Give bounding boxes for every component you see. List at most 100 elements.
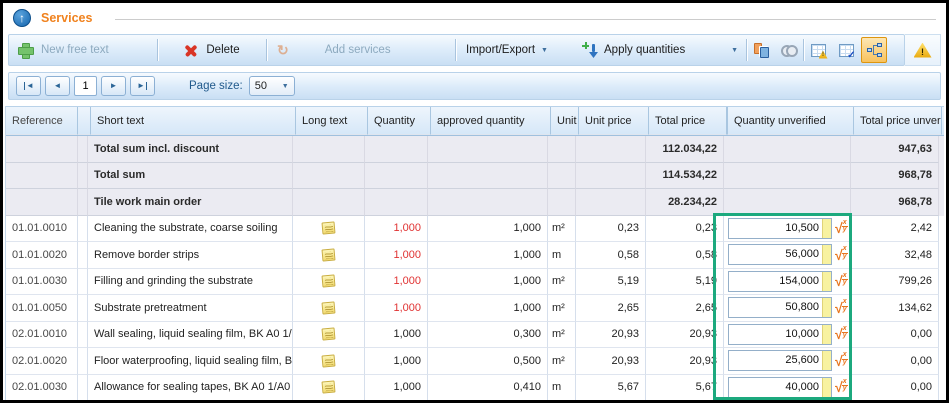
quantity-unverified-input[interactable]: 50,800 [728, 297, 832, 318]
approved-quantity-cell: 1,000 [428, 269, 548, 296]
header-short-text[interactable]: Short text [91, 107, 296, 135]
long-text-cell[interactable] [293, 375, 365, 402]
formula-icon[interactable]: √ x y [835, 274, 848, 288]
header-unit-price[interactable]: Unit price [579, 107, 649, 135]
long-text-cell[interactable] [293, 269, 365, 296]
delete-button[interactable]: Delete [158, 36, 266, 64]
modified-indicator [822, 351, 831, 370]
quantity-unverified-input[interactable]: 10,000 [728, 324, 832, 345]
header-approved-quantity[interactable]: approved quantity [431, 107, 551, 135]
delete-label: Delete [206, 44, 239, 56]
quantity-unverified-input[interactable]: 40,000 [728, 377, 832, 398]
import-export-button[interactable]: Import/Export ▼ [456, 36, 574, 64]
services-grid: Reference Short text Long text Quantity … [5, 106, 944, 401]
apply-quantities-button[interactable]: Apply quantities ▼ [574, 36, 746, 64]
header-unit[interactable]: Unit [551, 107, 579, 135]
table-row: 02.01.0020 Floor waterproofing, liquid s… [6, 348, 944, 375]
long-text-cell[interactable] [293, 216, 365, 243]
show-unverified-button[interactable]: ! [805, 37, 831, 63]
chevron-down-icon: ▼ [731, 47, 738, 54]
long-text-cell[interactable] [293, 242, 365, 269]
note-icon[interactable] [322, 354, 336, 367]
formula-icon[interactable]: √ x y [835, 327, 848, 341]
quantity-unverified-cell: 40,000 √ x y [724, 375, 851, 402]
quantity-unverified-cell: 50,800 √ x y [724, 295, 851, 322]
quantity-unverified-input[interactable]: 10,500 [728, 218, 832, 239]
formula-icon[interactable]: √ x y [835, 248, 848, 262]
quantity-cell: 1,000 [365, 348, 428, 375]
header-long-text[interactable]: Long text [296, 107, 368, 135]
table-row: 02.01.0010 Wall sealing, liquid sealing … [6, 322, 944, 349]
unit-price-cell: 20,93 [576, 348, 646, 375]
modified-indicator [822, 378, 831, 397]
quantity-unverified-cell: 56,000 √ x y [724, 242, 851, 269]
binoculars-icon [781, 45, 798, 55]
services-panel: ↑ Services New free text Delete ↻ Add se… [0, 0, 949, 403]
header-quantity-unverified[interactable]: Quantity unverified [727, 107, 854, 135]
collapse-up-icon[interactable]: ↑ [13, 9, 31, 27]
copy-structure-button[interactable] [748, 37, 774, 63]
note-icon[interactable] [322, 301, 336, 314]
table-check-icon: ✓ [839, 44, 854, 57]
note-icon[interactable] [322, 381, 336, 394]
header-total-price[interactable]: Total price [649, 107, 727, 135]
short-text-cell: Cleaning the substrate, coarse soiling [88, 216, 293, 243]
long-text-cell[interactable] [293, 348, 365, 375]
table-row: 01.01.0010 Cleaning the substrate, coars… [6, 216, 944, 243]
toolbar-separator [746, 39, 747, 61]
total-price-cell: 20,93 [646, 322, 724, 349]
reference-cell: 02.01.0030 [6, 375, 78, 402]
quantity-unverified-input[interactable]: 154,000 [728, 271, 832, 292]
header-total-price-unverified[interactable]: Total price unverified [854, 107, 942, 135]
note-icon[interactable] [322, 222, 336, 235]
total-price-cell: 0,58 [646, 242, 724, 269]
formula-icon[interactable]: √ x y [835, 354, 848, 368]
approved-quantity-cell: 0,300 [428, 322, 548, 349]
previous-page-button[interactable]: ◄ [45, 76, 70, 96]
total-price-cell: 5,67 [646, 375, 724, 402]
page-size-select[interactable]: 50 ▼ [249, 76, 295, 96]
next-page-button[interactable]: ► [101, 76, 126, 96]
unit-cell: m² [548, 269, 576, 296]
reference-cell: 02.01.0010 [6, 322, 78, 349]
header-reference[interactable]: Reference [6, 107, 78, 135]
title-bar: ↑ Services [3, 3, 946, 33]
first-page-button[interactable]: ◄ [16, 76, 41, 96]
quantity-unverified-input[interactable]: 56,000 [728, 244, 832, 265]
formula-icon[interactable]: √ x y [835, 221, 848, 235]
search-button[interactable] [776, 37, 802, 63]
previous-page-icon: ◄ [54, 82, 62, 90]
long-text-cell[interactable] [293, 322, 365, 349]
show-verified-button[interactable]: ✓ [833, 37, 859, 63]
quantity-unverified-input[interactable]: 25,600 [728, 350, 832, 371]
quantity-cell: 1,000 [365, 375, 428, 402]
add-services-label: Add services [325, 44, 391, 56]
reference-cell: 01.01.0010 [6, 216, 78, 243]
formula-icon[interactable]: √ x y [835, 380, 848, 394]
approved-quantity-cell: 0,410 [428, 375, 548, 402]
add-services-button[interactable]: ↻ Add services [267, 36, 455, 64]
total-price-unverified-cell: 0,00 [851, 375, 939, 402]
copy-icon [754, 43, 769, 58]
last-page-button[interactable]: ► [130, 76, 155, 96]
note-icon[interactable] [322, 328, 336, 341]
quantity-unverified-cell: 154,000 √ x y [724, 269, 851, 296]
last-page-icon: ► [137, 82, 145, 90]
note-icon[interactable] [322, 275, 336, 288]
header-quantity[interactable]: Quantity [368, 107, 431, 135]
quantity-unverified-cell: 10,000 √ x y [724, 322, 851, 349]
long-text-cell[interactable] [293, 295, 365, 322]
total-price-unverified-cell: 0,00 [851, 322, 939, 349]
formula-icon[interactable]: √ x y [835, 301, 848, 315]
note-icon[interactable] [322, 248, 336, 261]
total-price-unverified-cell: 799,26 [851, 269, 939, 296]
import-export-label: Import/Export [466, 44, 535, 56]
chevron-down-icon: ▼ [541, 47, 548, 54]
tree-view-button[interactable] [861, 37, 887, 63]
new-free-text-button[interactable]: New free text [9, 36, 157, 64]
page-number-input[interactable] [74, 76, 97, 96]
unit-price-cell: 0,23 [576, 216, 646, 243]
apply-quantities-icon [582, 42, 598, 58]
modified-indicator [822, 219, 831, 238]
reference-cell: 02.01.0020 [6, 348, 78, 375]
